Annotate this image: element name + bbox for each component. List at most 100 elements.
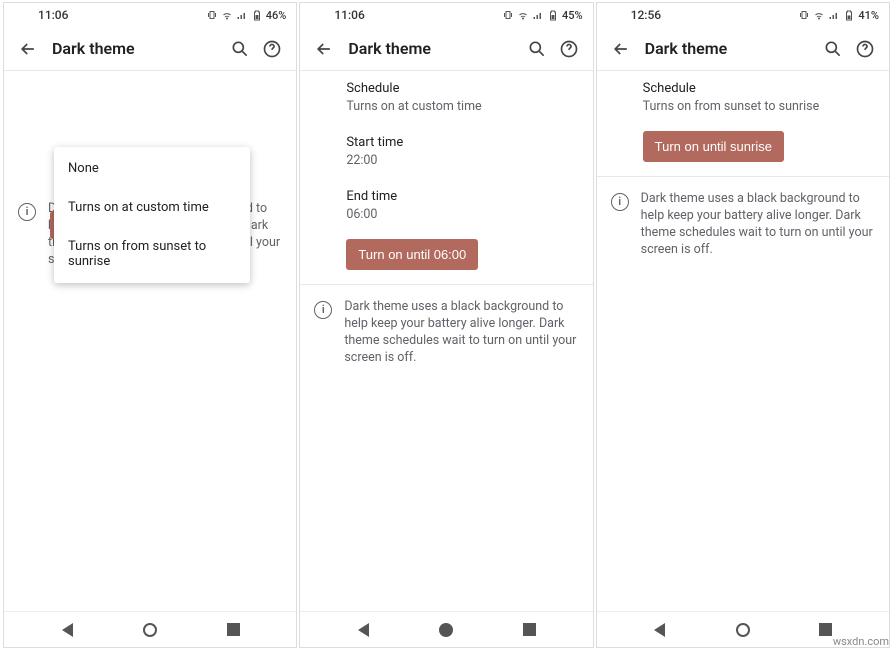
vibrate-icon: [798, 9, 810, 21]
page-title: Dark theme: [44, 39, 224, 58]
search-icon: [527, 39, 547, 59]
search-button[interactable]: [817, 33, 849, 65]
page-title: Dark theme: [340, 39, 520, 58]
screen-2: 11:06 45% Dark theme Sche: [299, 2, 593, 648]
info-icon: i: [18, 203, 36, 221]
setting-value: Turns on at custom time: [346, 99, 576, 115]
help-button[interactable]: [553, 33, 585, 65]
nav-back[interactable]: [343, 616, 383, 644]
setting-value: Turns on from sunset to sunrise: [643, 99, 873, 115]
status-icons: 41%: [798, 9, 879, 22]
screen-1: 11:06 46% Dark theme: [3, 2, 297, 648]
nav-bar: [300, 611, 592, 647]
vibrate-icon: [502, 9, 514, 21]
setting-label: Start time: [346, 135, 576, 152]
schedule-setting[interactable]: Schedule Turns on at custom time: [300, 71, 592, 125]
square-icon: [523, 623, 536, 636]
nav-home[interactable]: [130, 616, 170, 644]
status-time: 11:06: [38, 8, 68, 22]
nav-home[interactable]: [426, 616, 466, 644]
dropdown-option-sunset[interactable]: Turns on from sunset to sunrise: [54, 227, 250, 281]
battery-pct: 45%: [562, 9, 583, 22]
search-button[interactable]: [521, 33, 553, 65]
circle-icon: [736, 623, 750, 637]
status-time: 11:06: [334, 8, 364, 22]
watermark: wsxdn.com: [833, 635, 889, 648]
nav-home[interactable]: [723, 616, 763, 644]
triangle-icon: [358, 623, 369, 637]
info-row: i Dark theme uses a black background to …: [597, 183, 889, 267]
screen-3: 12:56 41% Dark theme Sche: [596, 2, 890, 648]
nav-recents[interactable]: [213, 616, 253, 644]
setting-value: 06:00: [346, 207, 576, 223]
help-button[interactable]: [849, 33, 881, 65]
nav-recents[interactable]: [510, 616, 550, 644]
vibrate-icon: [206, 9, 218, 21]
status-icons: 46%: [206, 9, 287, 22]
content-area: Schedule Turns on from sunset to sunrise…: [597, 71, 889, 611]
search-icon: [823, 39, 843, 59]
search-icon: [230, 39, 250, 59]
wifi-icon: [221, 9, 233, 21]
arrow-left-icon: [18, 39, 38, 59]
battery-icon: [251, 9, 263, 21]
divider: [300, 284, 592, 285]
turn-on-button[interactable]: Turn on until 06:00: [346, 239, 478, 270]
wifi-icon: [517, 9, 529, 21]
help-icon: [855, 39, 875, 59]
help-icon: [262, 39, 282, 59]
search-button[interactable]: [224, 33, 256, 65]
signal-icon: [236, 9, 248, 21]
content-area: None Turns on at custom time Turns on fr…: [4, 71, 296, 611]
arrow-left-icon: [611, 39, 631, 59]
back-button[interactable]: [12, 33, 44, 65]
battery-icon: [843, 9, 855, 21]
content-area: Schedule Turns on at custom time Start t…: [300, 71, 592, 611]
nav-back[interactable]: [640, 616, 680, 644]
divider: [597, 176, 889, 177]
wifi-icon: [813, 9, 825, 21]
app-bar: Dark theme: [4, 27, 296, 71]
nav-bar: [4, 611, 296, 647]
circle-icon: [143, 623, 157, 637]
status-time: 12:56: [631, 8, 661, 22]
page-title: Dark theme: [637, 39, 817, 58]
circle-icon: [439, 623, 453, 637]
triangle-icon: [62, 623, 73, 637]
start-time-setting[interactable]: Start time 22:00: [300, 125, 592, 179]
battery-pct: 41%: [858, 9, 879, 22]
nav-back[interactable]: [47, 616, 87, 644]
status-bar: 11:06 46%: [4, 3, 296, 27]
info-row: i Dark theme uses a black background to …: [300, 291, 592, 375]
help-icon: [559, 39, 579, 59]
signal-icon: [828, 9, 840, 21]
status-bar: 12:56 41%: [597, 3, 889, 27]
signal-icon: [532, 9, 544, 21]
status-bar: 11:06 45%: [300, 3, 592, 27]
schedule-setting[interactable]: Schedule Turns on from sunset to sunrise: [597, 71, 889, 125]
end-time-setting[interactable]: End time 06:00: [300, 179, 592, 233]
schedule-dropdown: None Turns on at custom time Turns on fr…: [54, 147, 250, 283]
back-button[interactable]: [308, 33, 340, 65]
app-bar: Dark theme: [597, 27, 889, 71]
back-button[interactable]: [605, 33, 637, 65]
square-icon: [819, 623, 832, 636]
battery-icon: [547, 9, 559, 21]
battery-pct: 46%: [266, 9, 287, 22]
dropdown-option-custom[interactable]: Turns on at custom time: [54, 188, 250, 227]
setting-label: End time: [346, 189, 576, 206]
info-text: Dark theme uses a black background to he…: [641, 191, 873, 259]
app-bar: Dark theme: [300, 27, 592, 71]
setting-label: Schedule: [346, 81, 576, 98]
info-icon: i: [314, 301, 332, 319]
setting-label: Schedule: [643, 81, 873, 98]
triangle-icon: [654, 623, 665, 637]
status-icons: 45%: [502, 9, 583, 22]
dropdown-option-none[interactable]: None: [54, 149, 250, 188]
info-icon: i: [611, 193, 629, 211]
arrow-left-icon: [314, 39, 334, 59]
square-icon: [227, 623, 240, 636]
help-button[interactable]: [256, 33, 288, 65]
turn-on-button[interactable]: Turn on until sunrise: [643, 131, 784, 162]
setting-value: 22:00: [346, 153, 576, 169]
